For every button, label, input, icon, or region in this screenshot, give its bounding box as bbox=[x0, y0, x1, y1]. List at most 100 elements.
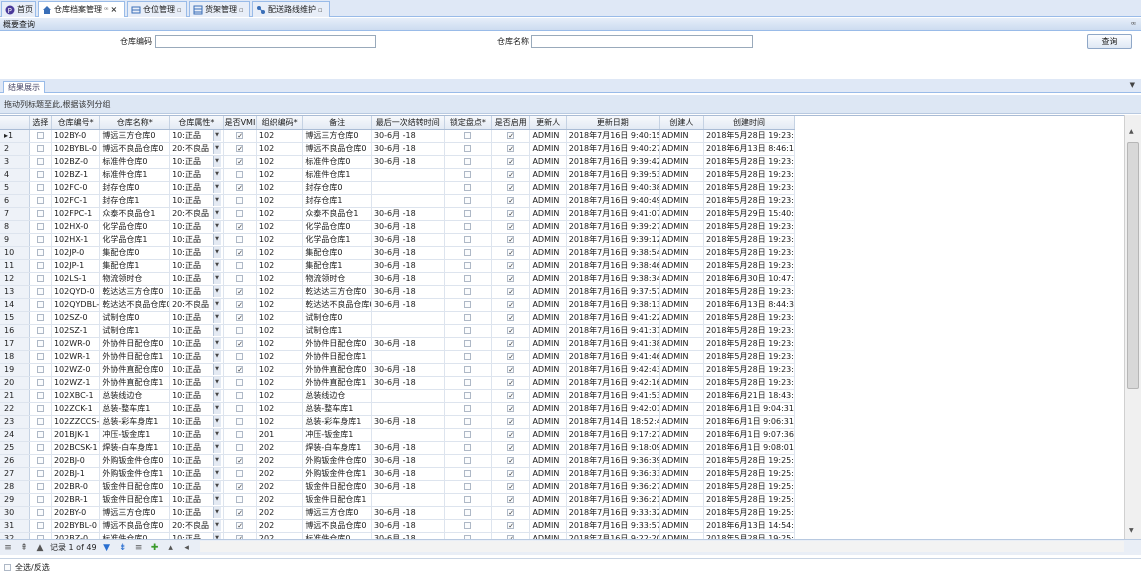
lock-count-cell[interactable] bbox=[444, 272, 493, 286]
select-cell[interactable] bbox=[29, 155, 52, 169]
first-record-icon[interactable]: ≡ bbox=[2, 542, 14, 554]
warehouse-attr-cell[interactable]: ▼ 10:正品 bbox=[169, 337, 224, 351]
pin-icon[interactable]: ▫ bbox=[318, 6, 323, 14]
lock-count-checkbox[interactable] bbox=[464, 417, 472, 425]
warehouse-attr-cell[interactable]: ▼ 10:正品 bbox=[169, 480, 224, 494]
vmi-checkbox[interactable] bbox=[236, 274, 244, 282]
enabled-checkbox[interactable] bbox=[507, 468, 515, 479]
last-carryover-cell[interactable] bbox=[371, 402, 445, 416]
select-checkbox[interactable] bbox=[36, 196, 44, 204]
remark-cell[interactable]: 总装-整车库1 bbox=[302, 402, 372, 416]
select-checkbox[interactable] bbox=[36, 170, 44, 178]
warehouse-name-cell[interactable]: 外协件直配仓库0 bbox=[99, 363, 171, 377]
warehouse-name-cell[interactable]: 外购钣金件仓库0 bbox=[99, 454, 171, 468]
warehouse-code-cell[interactable]: 202BY-0 bbox=[51, 506, 101, 520]
warehouse-code-cell[interactable]: 102LS-1 bbox=[51, 272, 101, 286]
lock-count-cell[interactable] bbox=[444, 194, 493, 208]
vmi-checkbox[interactable] bbox=[236, 404, 244, 412]
select-checkbox[interactable] bbox=[36, 326, 44, 334]
lock-count-checkbox[interactable] bbox=[464, 157, 472, 165]
warehouse-name-cell[interactable]: 博远不良品仓库0 bbox=[99, 142, 171, 156]
warehouse-code-cell[interactable]: 102SZ-0 bbox=[51, 311, 101, 325]
warehouse-attr-cell[interactable]: ▼ 10:正品 bbox=[169, 324, 224, 338]
table-row[interactable]: 17102WR-0外协件日配仓库0▼10:正品102外协件日配仓库030-6月 … bbox=[0, 337, 795, 351]
warehouse-attr-cell[interactable]: ▼ 10:正品 bbox=[169, 506, 224, 520]
enabled-cell[interactable] bbox=[491, 467, 531, 481]
vmi-checkbox[interactable] bbox=[236, 507, 244, 518]
table-row[interactable]: 7 102FPC-1 众泰不良品仓1 ▼ 20:不良品 102 众泰不良品仓1 30-6月 -… bbox=[0, 207, 795, 221]
lock-count-cell[interactable] bbox=[444, 389, 493, 403]
warehouse-code-cell[interactable]: 102FC-1 bbox=[51, 194, 101, 208]
select-checkbox[interactable] bbox=[36, 287, 44, 295]
lock-count-cell[interactable] bbox=[444, 532, 493, 539]
org-code-cell[interactable]: 102 bbox=[256, 363, 304, 377]
warehouse-code-cell[interactable]: 102HX-0 bbox=[51, 220, 101, 234]
org-code-cell[interactable]: 102 bbox=[256, 168, 304, 182]
vmi-checkbox[interactable] bbox=[236, 455, 244, 466]
column-header[interactable]: 锁定盘点* bbox=[444, 116, 493, 130]
enabled-cell[interactable] bbox=[491, 519, 531, 533]
chevron-down-icon[interactable]: ▼ bbox=[212, 480, 221, 492]
pin-icon[interactable]: ▫ bbox=[239, 6, 244, 14]
select-cell[interactable] bbox=[29, 142, 52, 156]
column-header[interactable]: 最后一次结转时间 bbox=[371, 116, 445, 130]
org-code-cell[interactable]: 102 bbox=[256, 142, 304, 156]
lock-count-checkbox[interactable] bbox=[464, 170, 472, 178]
lock-count-cell[interactable] bbox=[444, 363, 493, 377]
lock-count-cell[interactable] bbox=[444, 493, 493, 507]
lock-count-checkbox[interactable] bbox=[464, 144, 472, 152]
warehouse-attr-cell[interactable]: ▼ 10:正品 bbox=[169, 532, 224, 539]
enabled-cell[interactable] bbox=[491, 181, 531, 195]
select-cell[interactable] bbox=[29, 363, 52, 377]
warehouse-name-cell[interactable]: 外购钣金件仓库1 bbox=[99, 467, 171, 481]
enabled-checkbox[interactable] bbox=[507, 130, 515, 141]
warehouse-name-cell[interactable]: 博远三方仓库0 bbox=[99, 506, 171, 520]
lock-count-checkbox[interactable] bbox=[464, 313, 472, 321]
org-code-cell[interactable]: 202 bbox=[256, 441, 304, 455]
remark-cell[interactable]: 集配仓库0 bbox=[302, 246, 372, 260]
vmi-cell[interactable] bbox=[223, 207, 257, 221]
vmi-checkbox[interactable] bbox=[236, 417, 244, 425]
select-cell[interactable] bbox=[29, 402, 52, 416]
remark-cell[interactable]: 钣金件日配仓库0 bbox=[302, 480, 372, 494]
org-code-cell[interactable]: 102 bbox=[256, 311, 304, 325]
select-cell[interactable] bbox=[29, 467, 52, 481]
remark-cell[interactable]: 博远三方仓库0 bbox=[302, 506, 372, 520]
chevron-down-icon[interactable]: ▼ bbox=[212, 402, 221, 414]
vmi-checkbox[interactable] bbox=[236, 326, 244, 334]
column-header[interactable]: 创建时间 bbox=[703, 116, 795, 130]
select-checkbox[interactable] bbox=[36, 365, 44, 373]
select-cell[interactable] bbox=[29, 324, 52, 338]
table-row[interactable]: 18102WR-1外协件日配仓库1▼10:正品102外协件日配仓库1ADMIN2… bbox=[0, 350, 795, 364]
warehouse-attr-cell[interactable]: ▼ 10:正品 bbox=[169, 194, 224, 208]
org-code-cell[interactable]: 102 bbox=[256, 272, 304, 286]
vmi-cell[interactable] bbox=[223, 129, 257, 143]
vmi-cell[interactable] bbox=[223, 363, 257, 377]
vmi-cell[interactable] bbox=[223, 142, 257, 156]
warehouse-attr-cell[interactable]: ▼ 10:正品 bbox=[169, 246, 224, 260]
select-cell[interactable] bbox=[29, 194, 52, 208]
remark-cell[interactable]: 博远不良品仓库0 bbox=[302, 142, 372, 156]
chevron-down-icon[interactable]: ▼ bbox=[212, 194, 221, 206]
org-code-cell[interactable]: 102 bbox=[256, 181, 304, 195]
org-code-cell[interactable]: 102 bbox=[256, 259, 304, 273]
warehouse-name-cell[interactable]: 总装-彩车身库1 bbox=[99, 415, 171, 429]
vmi-checkbox[interactable] bbox=[236, 143, 244, 154]
select-checkbox[interactable] bbox=[36, 404, 44, 412]
enabled-checkbox[interactable] bbox=[507, 481, 515, 492]
last-carryover-cell[interactable]: 30-6月 -18 bbox=[371, 441, 445, 455]
enabled-checkbox[interactable] bbox=[507, 403, 515, 414]
lock-count-checkbox[interactable] bbox=[464, 391, 472, 399]
lock-count-cell[interactable] bbox=[444, 233, 493, 247]
warehouse-code-input[interactable] bbox=[155, 35, 376, 48]
last-carryover-cell[interactable] bbox=[371, 350, 445, 364]
vmi-cell[interactable] bbox=[223, 506, 257, 520]
warehouse-code-cell[interactable]: 202BR-0 bbox=[51, 480, 101, 494]
vmi-checkbox[interactable] bbox=[236, 520, 244, 531]
table-row[interactable]: 26202BJ-0外购钣金件仓库0▼10:正品202外购钣金件仓库030-6月 … bbox=[0, 454, 795, 468]
lock-count-checkbox[interactable] bbox=[464, 508, 472, 516]
vmi-cell[interactable] bbox=[223, 272, 257, 286]
lock-count-cell[interactable] bbox=[444, 181, 493, 195]
select-checkbox[interactable] bbox=[36, 508, 44, 516]
table-row[interactable]: 11102JP-1集配仓库1▼10:正品102集配仓库130-6月 -18ADM… bbox=[0, 259, 795, 273]
